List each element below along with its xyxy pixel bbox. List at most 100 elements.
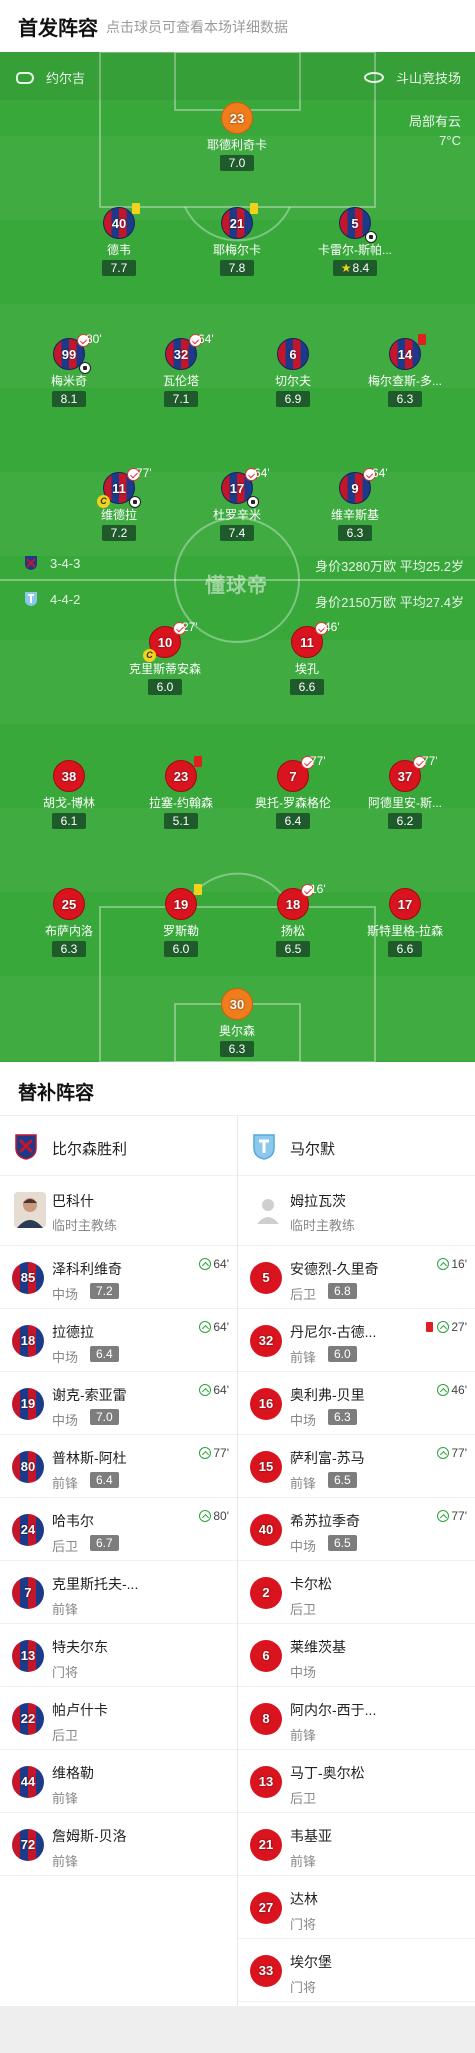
player-rating: 5.1 [164,813,198,829]
player-number-disc: 22 [12,1703,44,1735]
player-position: 后卫 [290,1602,317,1617]
player-position: 门将 [290,1917,317,1932]
sub-player-row[interactable]: 18 拉德拉 中场 6.4 64' [0,1309,237,1372]
player-card[interactable]: 19 罗斯勒 6.0 [126,884,236,958]
player-name: 维辛斯基 [330,508,379,522]
player-card[interactable]: 14 梅尔查斯-多... 6.3 [350,334,460,408]
sub-player-row[interactable]: 8 阿内尔-西于... 前锋 [238,1687,475,1750]
player-name: 阿德里安-斯... [368,796,442,810]
player-card[interactable]: 38 胡戈-博林 6.1 [14,760,124,830]
player-rating: 6.4 [90,1472,119,1488]
sub-player-row[interactable]: 15 萨利富-苏马 前锋 6.5 77' [238,1435,475,1498]
player-position: 前锋 [290,1854,317,1869]
sub-player-row[interactable]: 6 莱维茨基 中场 [238,1624,475,1687]
player-card[interactable]: 18 16' 扬松 6.5 [238,882,348,958]
player-name: 杜罗辛米 [212,508,261,522]
sub-player-row[interactable]: 40 希苏拉季奇 中场 6.5 77' [238,1498,475,1561]
player-card[interactable]: 11 46' 埃孔 6.6 [252,620,362,696]
sub-player-row[interactable]: 21 韦基亚 前锋 [238,1813,475,1876]
player-number-disc: 72 [12,1829,44,1861]
coach-role: 临时主教练 [290,1218,356,1233]
player-card[interactable]: 17 斯特里格-拉森 6.6 [350,888,460,958]
yellow-card-icon [250,203,258,214]
subs-header: 替补阵容 [0,1062,475,1116]
player-number-disc: 8 [250,1703,282,1735]
player-rating: 7.0 [220,155,254,171]
sub-in-time: 27' [426,1320,467,1334]
player-rating: 6.5 [328,1535,357,1551]
player-number-disc: 13 [12,1640,44,1672]
sub-player-row[interactable]: 72 詹姆斯-贝洛 前锋 [0,1813,237,1876]
player-card[interactable]: 30 奥尔森 6.3 [182,988,292,1058]
player-card[interactable]: 10 C 27' 克里斯蒂安森 6.0 [110,620,220,696]
player-card[interactable]: 23 拉塞-约翰森 5.1 [126,756,236,830]
sub-player-row[interactable]: 2 卡尔松 后卫 [238,1561,475,1624]
sub-player-row[interactable]: 13 马丁-奥尔松 后卫 [238,1750,475,1813]
player-position: 门将 [52,1665,79,1680]
player-number-disc: 23 [221,102,253,134]
player-rating: 6.3 [328,1409,357,1425]
sub-player-row[interactable]: 80 普林斯-阿杜 前锋 6.4 77' [0,1435,237,1498]
home-subs-column: 比尔森胜利 巴科什 临时主教练 85 泽科利维奇 中场 7.2 64' 18 拉… [0,1116,237,1876]
player-card[interactable]: 40 德韦 7.7 [64,203,174,277]
player-card[interactable]: 9 64' 维辛斯基 6.3 [300,466,410,542]
sub-player-row[interactable]: 19 谢克-索亚雷 中场 7.0 64' [0,1372,237,1435]
sub-player-row[interactable]: 5 安德烈-久里奇 后卫 6.8 16' [238,1246,475,1309]
player-number-disc: 21 [221,203,258,239]
player-card[interactable]: 32 64' 瓦伦塔 7.1 [126,332,236,408]
sub-player-row[interactable]: 32 丹尼尔-古德... 前锋 6.0 27' [238,1309,475,1372]
player-rating: 6.5 [328,1472,357,1488]
sub-time: 80' [86,332,102,346]
sub-in-icon [437,1447,450,1459]
sub-time: 77' [422,754,438,768]
player-card[interactable]: 7 77' 奥托-罗森格伦 6.4 [238,754,348,830]
player-card[interactable]: 37 77' 阿德里安-斯... 6.2 [350,754,460,830]
sub-player-row[interactable]: 16 奥利弗-贝里 中场 6.3 46' [238,1372,475,1435]
player-rating: 6.4 [90,1346,119,1362]
sub-time: 64' [372,466,388,480]
player-name: 安德烈-久里奇 [290,1261,379,1277]
player-name: 詹姆斯-贝洛 [52,1828,127,1844]
player-position: 后卫 [290,1287,317,1302]
player-rating: 7.2 [90,1283,119,1299]
player-name: 扬松 [280,924,305,938]
player-number-disc: 40 [103,203,140,239]
player-number-disc: 37 [389,756,426,792]
sub-time: 77' [310,754,326,768]
away-formation-row: 4-4-2 身价2150万欧 平均27.4岁 [24,590,464,610]
player-card[interactable]: 11 C 77' 维德拉 7.2 [64,466,174,542]
player-card[interactable]: 5 卡雷尔-斯帕... ★8.4 [300,207,410,277]
player-name: 谢克-索亚雷 [52,1387,127,1403]
lineup-subtitle: 点击球员可查看本场详细数据 [106,19,288,35]
player-rating: 6.9 [276,391,310,407]
player-rating: 7.2 [102,525,136,541]
coach-avatar-placeholder [252,1192,284,1228]
viktoria-plzen-crest-icon [15,1134,37,1160]
sub-player-row[interactable]: 22 帕卢什卡 后卫 [0,1687,237,1750]
subs-panel: 比尔森胜利 巴科什 临时主教练 85 泽科利维奇 中场 7.2 64' 18 拉… [0,1116,475,2006]
sub-player-row[interactable]: 13 特夫尔东 门将 [0,1624,237,1687]
player-card[interactable]: 25 布萨内洛 6.3 [14,888,124,958]
sub-player-row[interactable]: 24 哈韦尔 后卫 6.7 80' [0,1498,237,1561]
player-position: 中场 [52,1350,79,1365]
coach-row[interactable]: 姆拉瓦茨 临时主教练 [238,1176,475,1246]
sub-player-row[interactable]: 7 克里斯托夫-... 前锋 [0,1561,237,1624]
player-card[interactable]: 17 64' 杜罗辛米 7.4 [182,466,292,542]
coach-row[interactable]: 巴科什 临时主教练 [0,1176,237,1246]
captain-icon: C [97,495,110,508]
player-number-disc: 40 [250,1514,282,1546]
sub-player-row[interactable]: 44 维格勒 前锋 [0,1750,237,1813]
malmo-crest-icon [253,1134,275,1160]
player-number-disc: 32 [165,334,202,370]
player-card[interactable]: 99 80' 梅米奇 8.1 [14,332,124,408]
sub-player-row[interactable]: 85 泽科利维奇 中场 7.2 64' [0,1246,237,1309]
sub-player-row[interactable]: 27 达林 门将 [238,1876,475,1939]
referee-name: 约尔吉 [46,71,86,86]
player-number-disc: 15 [250,1451,282,1483]
sub-in-icon [199,1447,212,1459]
player-card[interactable]: 23 耶德利奇卡 7.0 [182,102,292,172]
player-number-disc: 14 [389,334,426,370]
sub-player-row[interactable]: 33 埃尔堡 门将 [238,1939,475,2002]
player-card[interactable]: 21 耶梅尔卡 7.8 [182,203,292,277]
player-card[interactable]: 6 切尔夫 6.9 [238,338,348,408]
